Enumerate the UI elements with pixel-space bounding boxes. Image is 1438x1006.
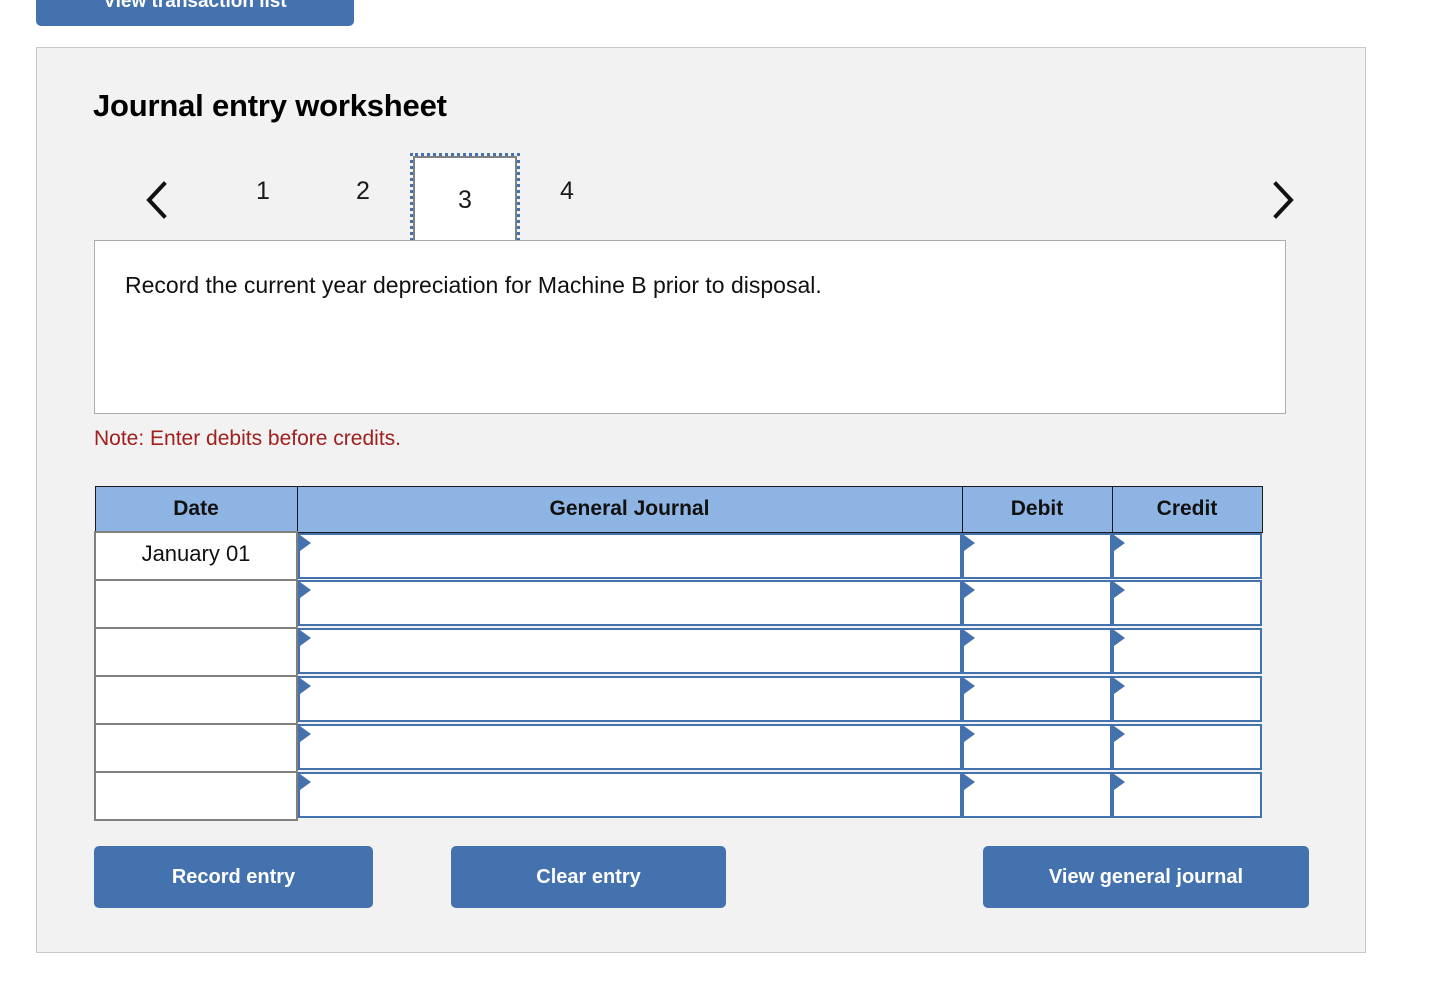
- top-toolbar: View transaction list: [36, 0, 354, 26]
- column-header-date: Date: [94, 486, 298, 533]
- worksheet-pager: 1 2 3 4: [93, 153, 1311, 247]
- view-general-journal-button[interactable]: View general journal: [983, 846, 1309, 908]
- cell-date: [94, 627, 298, 677]
- credit-input-row-2[interactable]: [1112, 580, 1262, 626]
- record-entry-button[interactable]: Record entry: [94, 846, 373, 908]
- chevron-right-icon: [1271, 181, 1295, 219]
- cell-credit: [1112, 532, 1262, 580]
- credit-input-row-1[interactable]: [1112, 532, 1262, 579]
- table-row: [94, 627, 1262, 677]
- debit-input-row-3[interactable]: [962, 628, 1112, 674]
- cell-date: [94, 723, 298, 773]
- general-journal-input-row-6[interactable]: [298, 772, 962, 818]
- table-header: Date General Journal Debit Credit: [94, 486, 1263, 533]
- journal-entry-table: Date General Journal Debit Credit Januar…: [94, 486, 1263, 821]
- instruction-text: Record the current year depreciation for…: [125, 272, 822, 298]
- clear-entry-button[interactable]: Clear entry: [451, 846, 726, 908]
- cell-date: [94, 579, 298, 629]
- cell-general-journal: [297, 676, 962, 724]
- table-header-row: Date General Journal Debit Credit: [94, 486, 1263, 533]
- pager-page-1[interactable]: 1: [213, 156, 313, 226]
- table-row: January 01: [94, 531, 1262, 581]
- cell-general-journal: [297, 628, 962, 676]
- debit-input-row-2[interactable]: [962, 580, 1112, 626]
- debit-input-row-4[interactable]: [962, 676, 1112, 722]
- cell-debit: [962, 724, 1112, 772]
- credit-input-row-3[interactable]: [1112, 628, 1262, 674]
- cell-general-journal: [297, 772, 962, 820]
- page-title: Journal entry worksheet: [93, 88, 447, 123]
- debit-input-row-5[interactable]: [962, 724, 1112, 770]
- chevron-left-icon: [145, 181, 169, 219]
- general-journal-input-row-4[interactable]: [298, 676, 962, 722]
- view-transaction-list-button[interactable]: View transaction list: [36, 0, 354, 26]
- cell-credit: [1112, 724, 1262, 772]
- column-header-debit: Debit: [961, 486, 1113, 533]
- cell-general-journal: [297, 532, 962, 580]
- table-row: [94, 723, 1262, 773]
- cell-debit: [962, 580, 1112, 628]
- cell-credit: [1112, 676, 1262, 724]
- action-button-bar: Record entry Clear entry View general jo…: [94, 846, 1309, 908]
- instruction-panel: Record the current year depreciation for…: [94, 240, 1286, 414]
- credit-input-row-4[interactable]: [1112, 676, 1262, 722]
- cell-debit: [962, 532, 1112, 580]
- cell-date: January 01: [94, 531, 298, 581]
- debits-before-credits-note: Note: Enter debits before credits.: [94, 427, 401, 450]
- cell-general-journal: [297, 724, 962, 772]
- pager-page-list: 1 2 3 4: [213, 153, 617, 247]
- table-row: [94, 579, 1262, 629]
- pager-page-4[interactable]: 4: [517, 156, 617, 226]
- general-journal-input-row-3[interactable]: [298, 628, 962, 674]
- pager-page-3[interactable]: 3: [410, 153, 520, 247]
- table-body: January 01: [94, 531, 1262, 821]
- pager-previous-button[interactable]: [137, 174, 177, 226]
- cell-credit: [1112, 628, 1262, 676]
- credit-input-row-5[interactable]: [1112, 724, 1262, 770]
- column-header-general-journal: General Journal: [296, 486, 963, 533]
- pager-next-button[interactable]: [1263, 174, 1303, 226]
- cell-debit: [962, 676, 1112, 724]
- cell-general-journal: [297, 580, 962, 628]
- debit-input-row-1[interactable]: [962, 532, 1112, 579]
- table-row: [94, 771, 1262, 821]
- cell-debit: [962, 772, 1112, 820]
- table-row: [94, 675, 1262, 725]
- cell-credit: [1112, 772, 1262, 820]
- column-header-credit: Credit: [1111, 486, 1263, 533]
- journal-entry-worksheet-card: Journal entry worksheet 1 2 3 4 Record t…: [36, 47, 1366, 953]
- debit-input-row-6[interactable]: [962, 772, 1112, 818]
- cell-date: [94, 675, 298, 725]
- cell-date: [94, 771, 298, 821]
- cell-debit: [962, 628, 1112, 676]
- general-journal-input-row-5[interactable]: [298, 724, 962, 770]
- cell-credit: [1112, 580, 1262, 628]
- pager-page-2[interactable]: 2: [313, 156, 413, 226]
- credit-input-row-6[interactable]: [1112, 772, 1262, 818]
- general-journal-input-row-2[interactable]: [298, 580, 962, 626]
- general-journal-input-row-1[interactable]: [298, 532, 962, 579]
